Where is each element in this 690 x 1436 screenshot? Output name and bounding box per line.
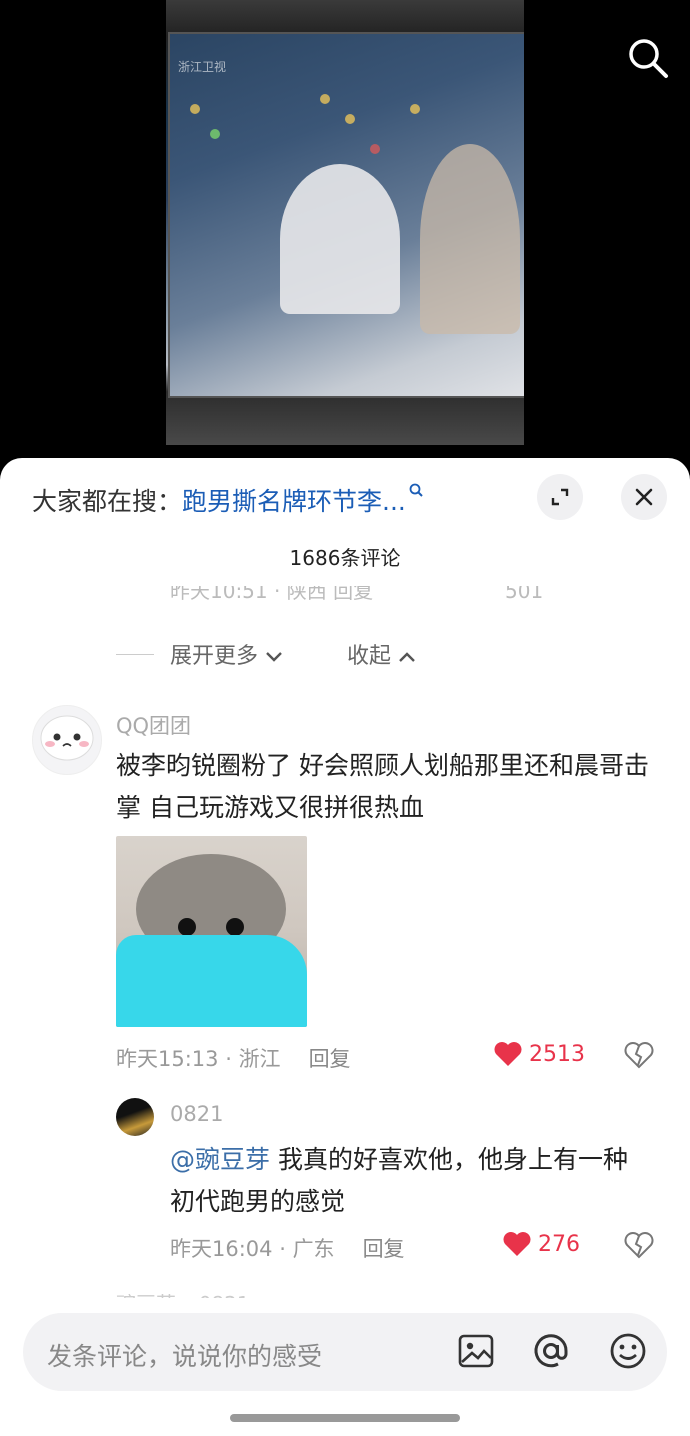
like-count: 276 — [538, 1231, 580, 1257]
expand-icon[interactable] — [537, 474, 583, 520]
comment-text: 被李昀锐圈粉了 好会照顾人划船那里还和晨哥击掌 自己玩游戏又很拼很热血 — [116, 751, 649, 822]
at-icon[interactable] — [531, 1331, 571, 1371]
truncated-comment: 豌豆芽 ▸ 0821 — [116, 1288, 250, 1298]
home-indicator[interactable] — [230, 1414, 460, 1422]
divider — [116, 653, 154, 655]
replies-toggle-row: 展开更多 收起 — [116, 638, 416, 670]
like-button[interactable]: 2513 — [493, 1041, 585, 1067]
video-frame: 浙江卫视 — [166, 0, 524, 445]
expand-more-button[interactable]: 展开更多 — [170, 638, 283, 670]
comment-username[interactable]: 0821 — [170, 1102, 223, 1126]
mention-link[interactable]: @豌豆芽 — [170, 1145, 270, 1174]
search-icon — [409, 483, 423, 497]
person-figure — [280, 164, 400, 314]
collapse-button[interactable]: 收起 — [347, 638, 416, 670]
search-icon[interactable] — [626, 36, 670, 80]
avatar[interactable] — [116, 1098, 154, 1136]
dislike-icon[interactable] — [624, 1231, 654, 1263]
image-icon[interactable] — [456, 1331, 496, 1371]
close-icon[interactable] — [621, 474, 667, 520]
emoji-icon[interactable] — [608, 1331, 648, 1371]
like-button[interactable]: 276 — [502, 1231, 580, 1257]
comment-composer[interactable]: 发条评论，说说你的感受 — [23, 1313, 667, 1391]
faded-comment-meta: 昨天10:51 · 陕西 回复 — [170, 586, 374, 603]
trending-prefix: 大家都在搜： — [32, 487, 183, 516]
heart-icon — [503, 1232, 531, 1256]
comment-input[interactable]: 发条评论，说说你的感受 — [47, 1337, 322, 1373]
trending-link[interactable]: 跑男撕名牌环节李... — [182, 487, 406, 516]
person-figure — [420, 144, 520, 334]
comment-text: @豌豆芽 我真的好喜欢他，他身上有一种初代跑男的感觉 — [170, 1145, 628, 1216]
dislike-icon[interactable] — [624, 1041, 654, 1073]
reply-button[interactable]: 回复 — [309, 1047, 351, 1071]
reply-button[interactable]: 回复 — [363, 1237, 405, 1261]
chevron-down-icon — [266, 652, 282, 662]
like-count: 2513 — [529, 1041, 585, 1067]
faded-like-count: 501 — [505, 586, 544, 603]
chevron-up-icon — [399, 652, 415, 662]
tv-screen: 浙江卫视 — [168, 32, 524, 398]
comment-meta: 昨天15:13 · 浙江 回复 — [116, 1047, 351, 1071]
comment-username[interactable]: QQ团团 — [116, 710, 191, 740]
trending-search[interactable]: 大家都在搜：跑男撕名牌环节李... — [32, 482, 424, 518]
video-watermark: 浙江卫视 — [178, 60, 227, 74]
comment-image[interactable] — [116, 836, 307, 1027]
comment-sheet: 大家都在搜：跑男撕名牌环节李... 1686条评论 昨天10:51 · 陕西 回… — [0, 458, 690, 1436]
comment-count: 1686条评论 — [289, 546, 401, 570]
comment-meta: 昨天16:04 · 广东 回复 — [170, 1237, 405, 1261]
avatar[interactable] — [32, 705, 102, 775]
video-player[interactable]: 浙江卫视 — [0, 0, 690, 470]
heart-icon — [494, 1042, 522, 1066]
